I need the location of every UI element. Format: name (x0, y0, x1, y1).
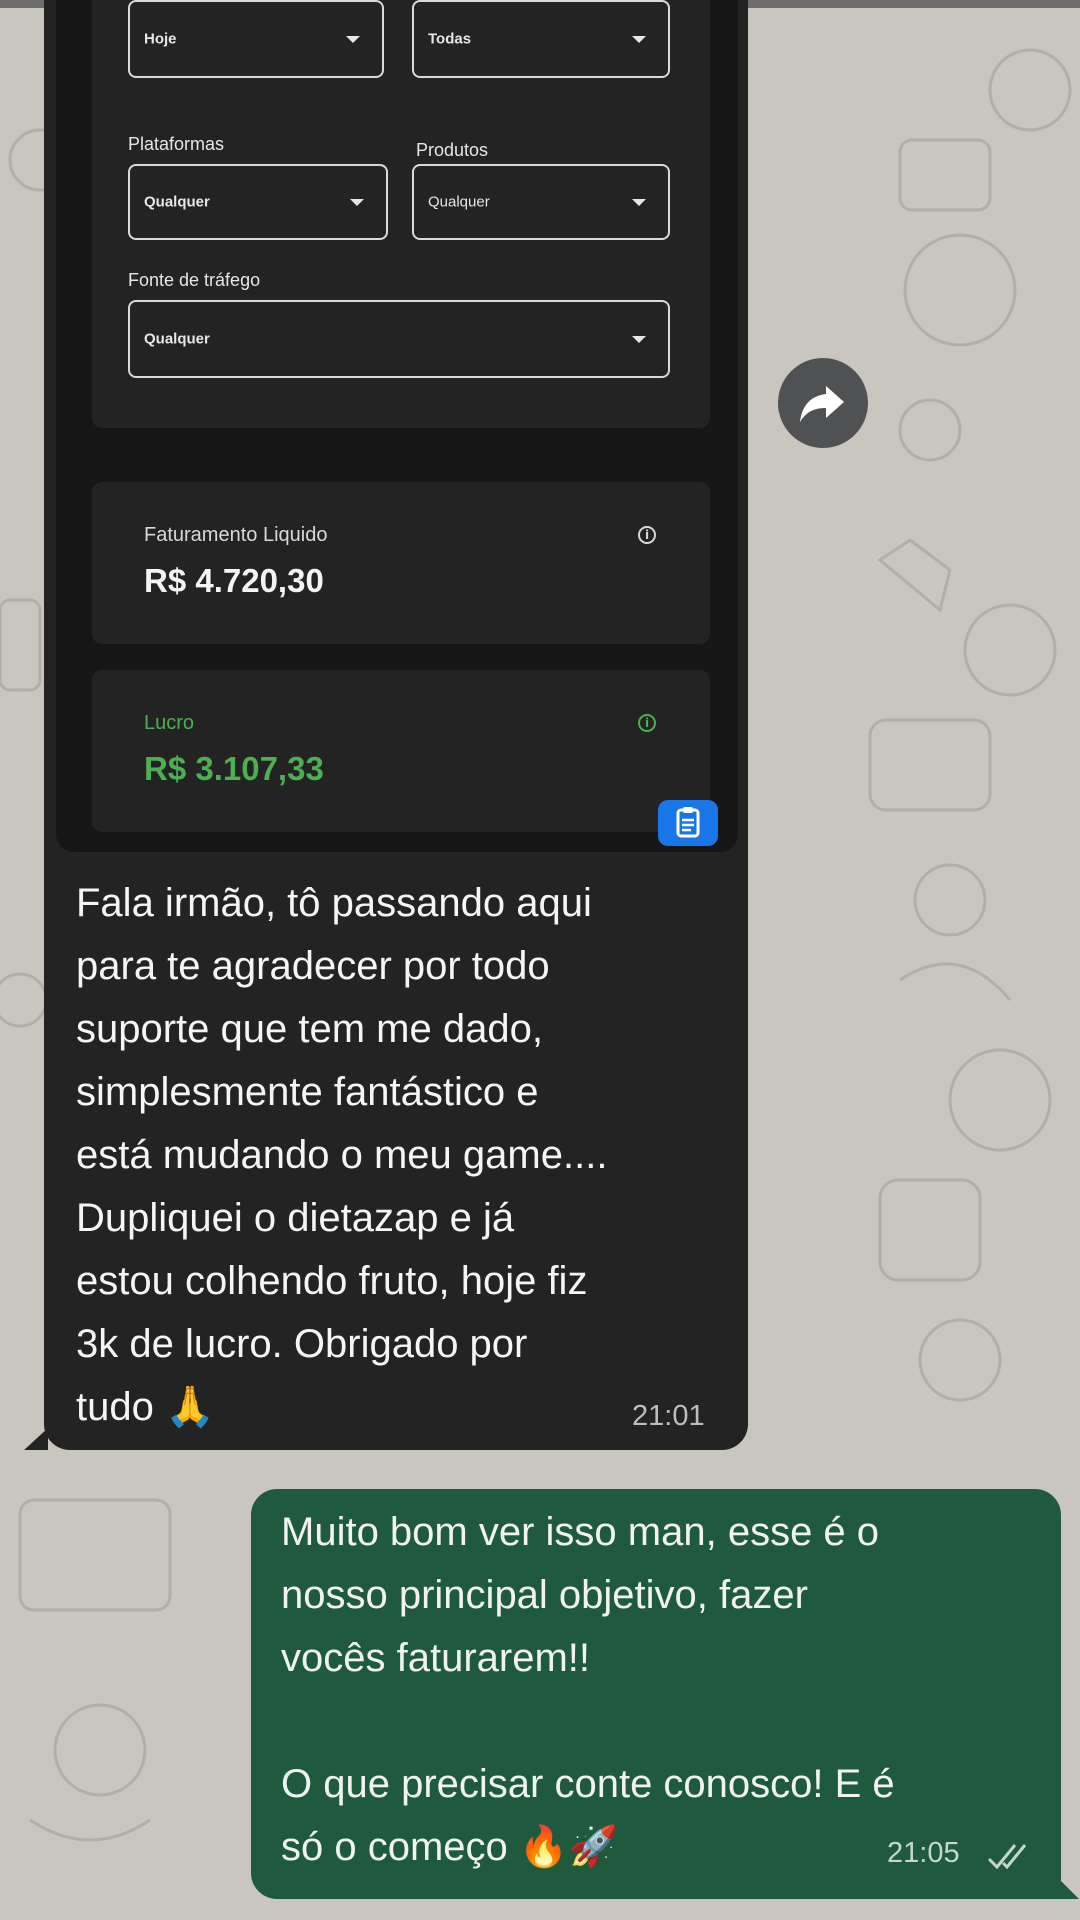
outgoing-message-text: Muito bom ver isso man, esse é o nosso p… (281, 1510, 895, 1869)
traffic-source-value: Qualquer (144, 330, 210, 348)
status-value: Todas (428, 30, 472, 48)
clipboard-button[interactable] (658, 800, 718, 846)
platforms-value: Qualquer (144, 193, 210, 211)
period-select[interactable]: Hoje (128, 0, 384, 78)
incoming-message-time: 21:01 (632, 1400, 705, 1432)
revenue-card: Faturamento Liquido R$ 4.720,30 i (92, 482, 710, 644)
chevron-down-icon (632, 336, 646, 343)
revenue-label: Faturamento Liquido (144, 524, 328, 546)
products-select[interactable]: Qualquer (412, 164, 670, 240)
forward-arrow-icon (800, 386, 844, 422)
incoming-message-text: Fala irmão, tô passando aqui para te agr… (76, 881, 608, 1429)
info-icon[interactable]: i (638, 526, 656, 544)
filters-card: Hoje Todas Plataformas Produtos Qualquer… (92, 0, 710, 428)
products-value: Qualquer (428, 193, 490, 211)
profit-label: Lucro (144, 712, 195, 734)
platforms-select[interactable]: Qualquer (128, 164, 388, 240)
image-attachment[interactable]: Hoje Todas Plataformas Produtos Qualquer… (56, 0, 738, 852)
profit-value: R$ 3.107,33 (144, 750, 324, 787)
forward-button[interactable] (778, 358, 868, 448)
chevron-down-icon (350, 199, 364, 206)
bubble-tail (1057, 1877, 1079, 1899)
period-value: Hoje (144, 30, 177, 48)
outgoing-message-time: 21:05 (887, 1837, 960, 1869)
traffic-source-select[interactable]: Qualquer (128, 300, 670, 378)
chevron-down-icon (632, 199, 646, 206)
status-select[interactable]: Todas (412, 0, 670, 78)
chevron-down-icon (346, 36, 360, 43)
platforms-label: Plataformas (128, 134, 225, 154)
outgoing-message-bubble[interactable]: Muito bom ver isso man, esse é o nosso p… (251, 1489, 1079, 1899)
incoming-message-bubble[interactable]: Hoje Todas Plataformas Produtos Qualquer… (24, 0, 748, 1450)
bubble-tail (24, 1428, 48, 1450)
revenue-value: R$ 4.720,30 (144, 562, 324, 599)
info-icon[interactable]: i (638, 714, 656, 732)
products-label: Produtos (416, 140, 489, 160)
double-check-icon (987, 1844, 1027, 1870)
profit-card: Lucro R$ 3.107,33 i (92, 670, 710, 832)
traffic-source-label: Fonte de tráfego (128, 270, 261, 290)
chevron-down-icon (632, 36, 646, 43)
clipboard-icon (676, 807, 700, 838)
